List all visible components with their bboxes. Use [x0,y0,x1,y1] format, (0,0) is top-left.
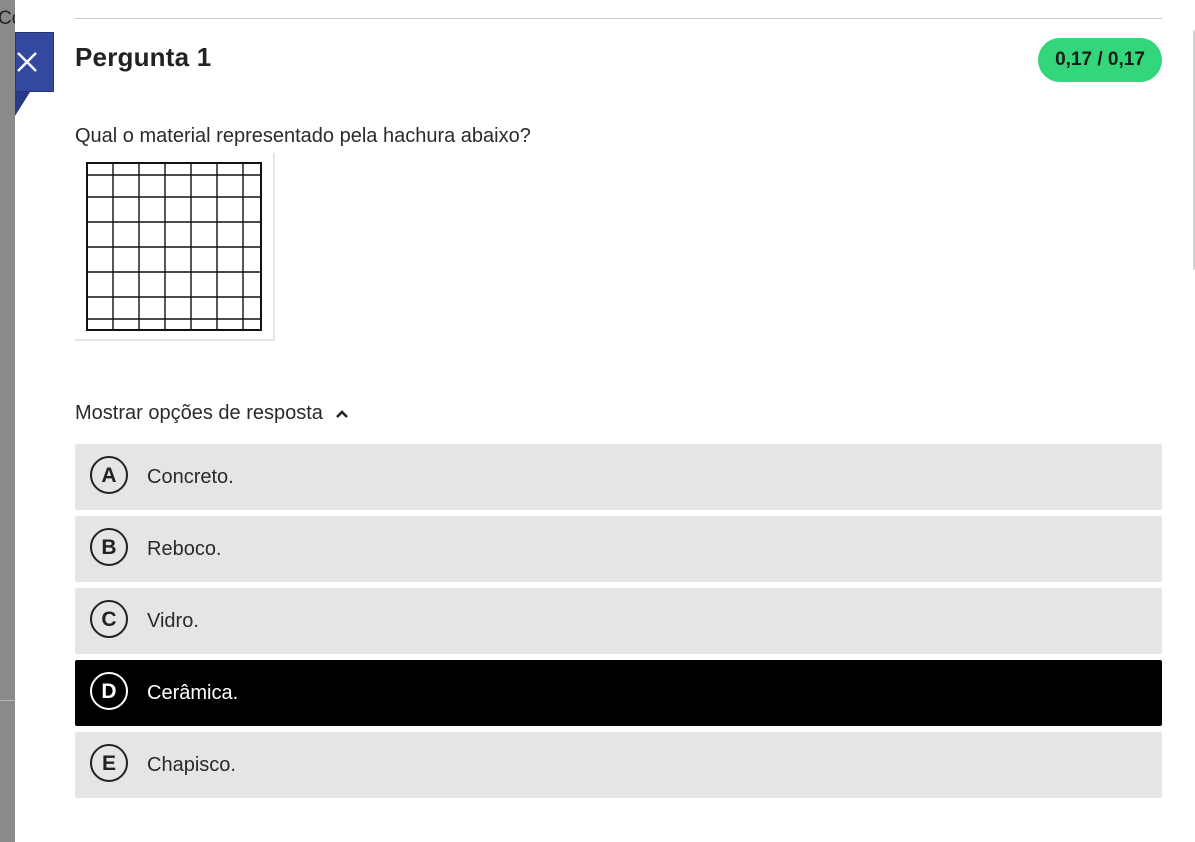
background-divider [0,700,15,701]
option-letter: A [90,456,128,494]
option-letter: B [90,528,128,566]
close-button-tab [15,92,30,116]
hatch-image [75,153,275,341]
answer-option-c[interactable]: C Vidro. [75,588,1162,654]
option-letter: E [90,744,128,782]
question-panel: Pergunta 1 0,17 / 0,17 Qual o material r… [15,0,1195,842]
show-answers-label: Mostrar opções de resposta [75,402,323,424]
question-text: Qual o material representado pela hachur… [75,125,531,147]
option-text: Vidro. [147,610,199,632]
top-divider [75,18,1162,19]
grid-hatch-pattern [86,162,262,331]
option-text: Concreto. [147,466,234,488]
option-letter: D [90,672,128,710]
score-badge: 0,17 / 0,17 [1038,38,1162,82]
option-letter: C [90,600,128,638]
option-text: Reboco. [147,538,222,560]
answer-option-b[interactable]: B Reboco. [75,516,1162,582]
answer-option-e[interactable]: E Chapisco. [75,732,1162,798]
show-answers-toggle[interactable]: Mostrar opções de resposta [75,402,349,425]
page-title: Pergunta 1 [75,42,212,72]
option-text: Cerâmica. [147,682,239,704]
chevron-up-icon [335,402,349,425]
answer-option-a[interactable]: A Concreto. [75,444,1162,510]
close-button[interactable] [15,32,54,92]
close-icon [17,52,37,72]
answer-option-d[interactable]: D Cerâmica. [75,660,1162,726]
answer-options: A Concreto. B Reboco. C Vidro. D Cerâmic… [75,444,1162,804]
option-text: Chapisco. [147,754,236,776]
background-page: Co [0,0,22,842]
